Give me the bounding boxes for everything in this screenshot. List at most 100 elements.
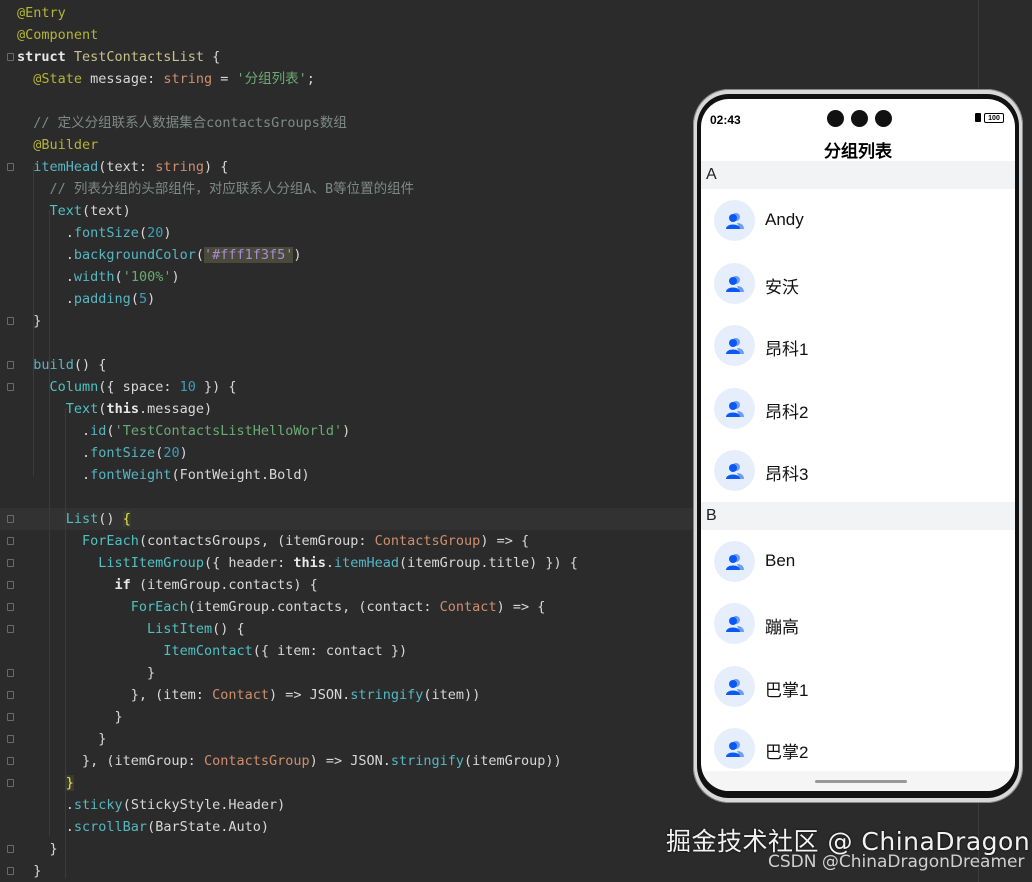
- contact-name: Andy: [765, 210, 804, 229]
- code-line[interactable]: struct TestContactsList {: [0, 46, 978, 68]
- contacts-icon: [726, 275, 744, 292]
- code-token: (): [98, 511, 123, 527]
- home-indicator[interactable]: [815, 780, 907, 783]
- code-line[interactable]: @Entry: [0, 2, 978, 24]
- contact-list-item[interactable]: 昂科2: [701, 377, 1015, 440]
- fold-marker-icon[interactable]: [7, 867, 14, 875]
- code-token: string: [155, 159, 204, 175]
- indent-guide: [65, 518, 66, 778]
- code-token: @Builder: [33, 137, 99, 153]
- contacts-list[interactable]: A Andy 安沃 昂科1 昂科2 昂科3 B Ben 蹦高 巴掌1 巴掌2: [701, 161, 1015, 780]
- code-token: ) => {: [496, 599, 546, 615]
- contacts-icon: [726, 678, 744, 695]
- lock-icon: [975, 113, 981, 122]
- code-line[interactable]: @Component: [0, 24, 978, 46]
- code-token: sticky: [73, 797, 123, 813]
- code-token: (StickyStyle.Header): [122, 797, 286, 813]
- code-token: // 列表分组的头部组件，对应联系人分组A、B等位置的组件: [17, 181, 415, 197]
- contact-name: 昂科1: [765, 340, 809, 359]
- contact-list-item[interactable]: 巴掌1: [701, 655, 1015, 718]
- code-line-text: }: [17, 310, 41, 332]
- code-token: 10: [179, 379, 196, 395]
- code-token: ): [147, 291, 156, 307]
- fold-marker-icon[interactable]: [7, 845, 14, 853]
- code-token: (: [106, 423, 115, 439]
- contacts-icon: [726, 400, 744, 417]
- code-line-text: ListItem() {: [17, 618, 245, 640]
- code-line-text: struct TestContactsList {: [17, 46, 220, 68]
- contact-list-item[interactable]: 蹦高: [701, 592, 1015, 655]
- code-token: .: [17, 225, 74, 241]
- code-line-text: }, (item: Contact) => JSON.stringify(ite…: [17, 684, 481, 706]
- code-token: '100%': [122, 269, 172, 285]
- code-line-text: }: [17, 860, 41, 882]
- fold-marker-icon[interactable]: [7, 691, 14, 699]
- device-screen[interactable]: 02:43 100 分组列表 A Andy 安沃 昂科1 昂科2 昂科3 B Ben 蹦高 巴掌1…: [701, 99, 1015, 791]
- code-token: ContactsGroup: [374, 533, 481, 549]
- fold-marker-icon[interactable]: [7, 559, 14, 567]
- contact-list-item[interactable]: 安沃: [701, 252, 1015, 315]
- code-token: backgroundColor: [73, 247, 196, 263]
- fold-marker-icon[interactable]: [7, 603, 14, 611]
- code-line-text: @State message: string = '分组列表';: [17, 68, 315, 90]
- code-line[interactable]: @State message: string = '分组列表';: [0, 68, 978, 90]
- contact-name: 巴掌1: [765, 680, 809, 700]
- code-token: () {: [212, 621, 245, 637]
- watermark-sub: CSDN @ChinaDragonDreamer: [768, 852, 1025, 872]
- code-token: if: [114, 577, 131, 593]
- fold-marker-icon[interactable]: [7, 163, 14, 171]
- fold-marker-icon[interactable]: [7, 317, 14, 325]
- code-token: this: [293, 555, 326, 571]
- code-token: Text: [65, 401, 99, 417]
- contact-name: 昂科2: [765, 402, 809, 422]
- page-title: 分组列表: [824, 142, 892, 161]
- code-token: List: [65, 511, 99, 527]
- code-token: stringify: [390, 753, 465, 769]
- code-token: }: [17, 665, 156, 681]
- fold-marker-icon[interactable]: [7, 537, 14, 545]
- fold-marker-icon[interactable]: [7, 669, 14, 677]
- code-line-text: .width('100%'): [17, 266, 180, 288]
- contact-list-item[interactable]: Andy: [701, 189, 1015, 252]
- contact-list-item[interactable]: Ben: [701, 530, 1015, 593]
- fold-marker-icon[interactable]: [7, 757, 14, 765]
- code-token: }, (itemGroup:: [17, 753, 204, 769]
- code-token: fontSize: [90, 445, 156, 461]
- code-token: ItemContact: [163, 643, 253, 659]
- fold-marker-icon[interactable]: [7, 361, 14, 369]
- contact-list-item[interactable]: 昂科1: [701, 314, 1015, 377]
- group-header: A: [701, 161, 1015, 189]
- status-bar: 02:43 100: [701, 99, 1015, 129]
- code-token: .message): [138, 401, 213, 417]
- contact-name: 昂科3: [765, 465, 809, 484]
- battery-icon: 100: [984, 113, 1004, 123]
- code-line-text: // 列表分组的头部组件，对应联系人分组A、B等位置的组件: [17, 178, 415, 200]
- code-token: Contact: [212, 687, 269, 703]
- fold-marker-icon[interactable]: [7, 779, 14, 787]
- code-token: 'TestContactsListHelloWorld': [114, 423, 343, 439]
- code-token: }) {: [195, 379, 237, 395]
- fold-marker-icon[interactable]: [7, 383, 14, 391]
- fold-marker-icon[interactable]: [7, 735, 14, 743]
- code-line-text: .fontSize(20): [17, 442, 188, 464]
- fold-marker-icon[interactable]: [7, 713, 14, 721]
- code-token: .: [17, 269, 74, 285]
- code-line-text: Text(text): [17, 200, 131, 222]
- contact-name: 蹦高: [765, 618, 799, 637]
- code-token: this: [106, 401, 139, 417]
- code-line-text: .padding(5): [17, 288, 155, 310]
- contacts-icon: [726, 553, 744, 570]
- fold-marker-icon[interactable]: [7, 581, 14, 589]
- code-token: ): [163, 225, 172, 241]
- fold-marker-icon[interactable]: [7, 515, 14, 523]
- code-line-text: }: [17, 838, 58, 860]
- code-token: width: [73, 269, 115, 285]
- code-token: Column: [49, 379, 99, 395]
- contact-list-item[interactable]: 昂科3: [701, 439, 1015, 502]
- avatar: [714, 665, 755, 707]
- fold-marker-icon[interactable]: [7, 625, 14, 633]
- fold-marker-icon[interactable]: [7, 53, 14, 61]
- avatar: [714, 603, 755, 644]
